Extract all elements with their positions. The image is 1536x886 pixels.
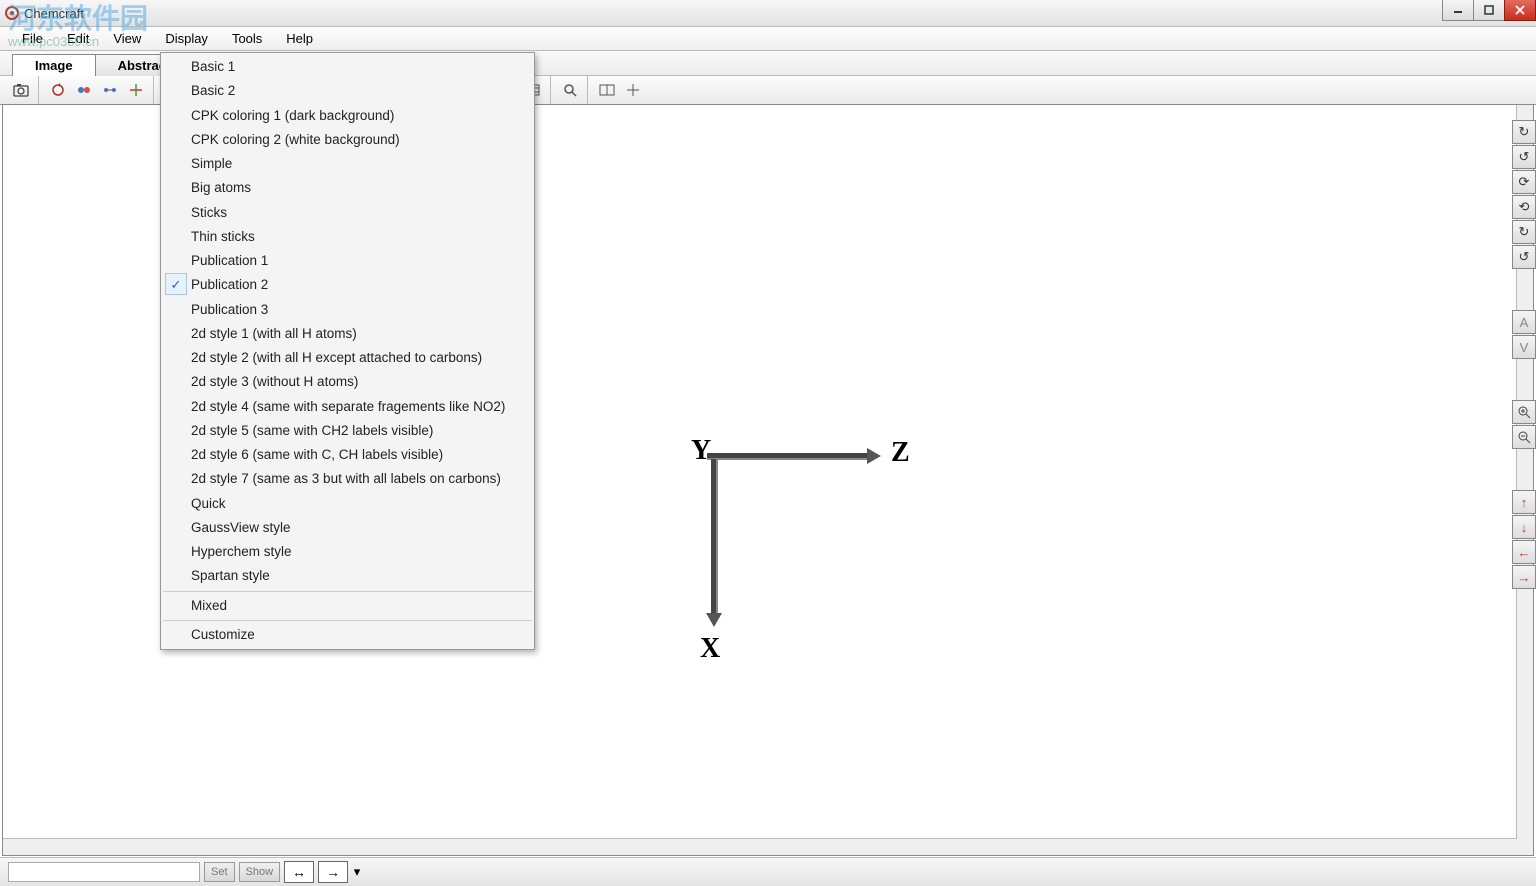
- title-bar: Chemcraft: [0, 0, 1536, 27]
- flip-a-icon[interactable]: A: [1512, 310, 1536, 334]
- axis-z-label: Z: [891, 437, 910, 469]
- display-style-item[interactable]: Thin sticks: [161, 225, 534, 249]
- display-style-item[interactable]: 2d style 3 (without H atoms): [161, 370, 534, 394]
- display-style-item[interactable]: Spartan style: [161, 564, 534, 588]
- status-bar: Set Show ↔ → ▾: [0, 857, 1536, 886]
- rotate-z-ccw-icon[interactable]: ↺: [1512, 245, 1536, 269]
- side-panel: ↻ ↺ ⟳ ⟲ ↻ ↺ A V ↑ ↓ ← →: [1512, 120, 1534, 590]
- grid-icon[interactable]: [594, 78, 620, 102]
- rotate-z-cw-icon[interactable]: ↻: [1512, 220, 1536, 244]
- axis-x-label: X: [700, 633, 720, 665]
- rotate-cw-icon[interactable]: ↻: [1512, 120, 1536, 144]
- set-button[interactable]: Set: [204, 862, 235, 882]
- camera-icon[interactable]: [8, 78, 34, 102]
- dropdown-caret-icon[interactable]: ▾: [352, 864, 362, 880]
- display-style-menu: Basic 1Basic 2CPK coloring 1 (dark backg…: [160, 52, 535, 650]
- display-style-item[interactable]: Publication 3: [161, 298, 534, 322]
- display-style-item[interactable]: GaussView style: [161, 516, 534, 540]
- display-style-item[interactable]: CPK coloring 1 (dark background): [161, 104, 534, 128]
- rotate-ccw-icon[interactable]: ↺: [1512, 145, 1536, 169]
- app-icon: [4, 5, 20, 21]
- zoom-out-icon[interactable]: [1512, 425, 1536, 449]
- horizontal-scrollbar[interactable]: [3, 838, 1517, 855]
- display-style-item[interactable]: Big atoms: [161, 176, 534, 200]
- tab-image[interactable]: Image: [12, 54, 96, 76]
- menu-view[interactable]: View: [101, 28, 153, 49]
- display-style-item[interactable]: Quick: [161, 492, 534, 516]
- display-style-item[interactable]: 2d style 2 (with all H except attached t…: [161, 346, 534, 370]
- display-style-item[interactable]: 2d style 5 (same with CH2 labels visible…: [161, 419, 534, 443]
- display-style-item[interactable]: Hyperchem style: [161, 540, 534, 564]
- menu-help[interactable]: Help: [274, 28, 325, 49]
- display-style-item[interactable]: Publication 1: [161, 249, 534, 273]
- display-style-item[interactable]: CPK coloring 2 (white background): [161, 128, 534, 152]
- window-controls: [1443, 0, 1536, 22]
- move-down-icon[interactable]: ↓: [1512, 515, 1536, 539]
- move-left-icon[interactable]: ←: [1512, 540, 1536, 564]
- molecule-icon-1[interactable]: [71, 78, 97, 102]
- display-style-item[interactable]: Basic 1: [161, 55, 534, 79]
- rotate-y-ccw-icon[interactable]: ⟲: [1512, 195, 1536, 219]
- menu-edit[interactable]: Edit: [55, 28, 101, 49]
- display-style-item[interactable]: Publication 2✓: [161, 273, 534, 297]
- menu-tools[interactable]: Tools: [220, 28, 274, 49]
- maximize-button[interactable]: [1473, 0, 1505, 21]
- status-field: [8, 862, 200, 882]
- check-icon: ✓: [165, 273, 187, 295]
- rotate-y-cw-icon[interactable]: ⟳: [1512, 170, 1536, 194]
- display-style-item[interactable]: 2d style 4 (same with separate fragement…: [161, 395, 534, 419]
- display-style-item[interactable]: Simple: [161, 152, 534, 176]
- zoom-icon[interactable]: [557, 78, 583, 102]
- show-button[interactable]: Show: [239, 862, 281, 882]
- display-style-item[interactable]: 2d style 7 (same as 3 but with all label…: [161, 467, 534, 491]
- move-up-icon[interactable]: ↑: [1512, 490, 1536, 514]
- axis-y-label: Y: [691, 435, 711, 467]
- menu-display[interactable]: Display: [153, 28, 220, 49]
- menu-file[interactable]: File: [10, 28, 55, 49]
- flip-v-icon[interactable]: V: [1512, 335, 1536, 359]
- window-title: Chemcraft: [24, 6, 84, 21]
- display-style-item[interactable]: 2d style 1 (with all H atoms): [161, 322, 534, 346]
- expand-icon[interactable]: [620, 78, 646, 102]
- display-style-item[interactable]: Sticks: [161, 201, 534, 225]
- menu-bar: File Edit View Display Tools Help: [0, 27, 1536, 51]
- molecule-icon-2[interactable]: [97, 78, 123, 102]
- close-button[interactable]: [1504, 0, 1536, 21]
- rotate-icon[interactable]: [45, 78, 71, 102]
- zoom-in-icon[interactable]: [1512, 400, 1536, 424]
- display-style-item[interactable]: Basic 2: [161, 79, 534, 103]
- display-style-item[interactable]: 2d style 6 (same with C, CH labels visib…: [161, 443, 534, 467]
- minimize-button[interactable]: [1442, 0, 1474, 21]
- display-style-mixed[interactable]: Mixed: [161, 594, 534, 618]
- display-style-customize[interactable]: Customize: [161, 623, 534, 647]
- scroll-corner: [1517, 839, 1533, 855]
- arrow-right-icon[interactable]: →: [318, 861, 348, 883]
- move-right-icon[interactable]: →: [1512, 565, 1536, 589]
- axis-icon-1[interactable]: [123, 78, 149, 102]
- arrow-both-icon[interactable]: ↔: [284, 861, 314, 883]
